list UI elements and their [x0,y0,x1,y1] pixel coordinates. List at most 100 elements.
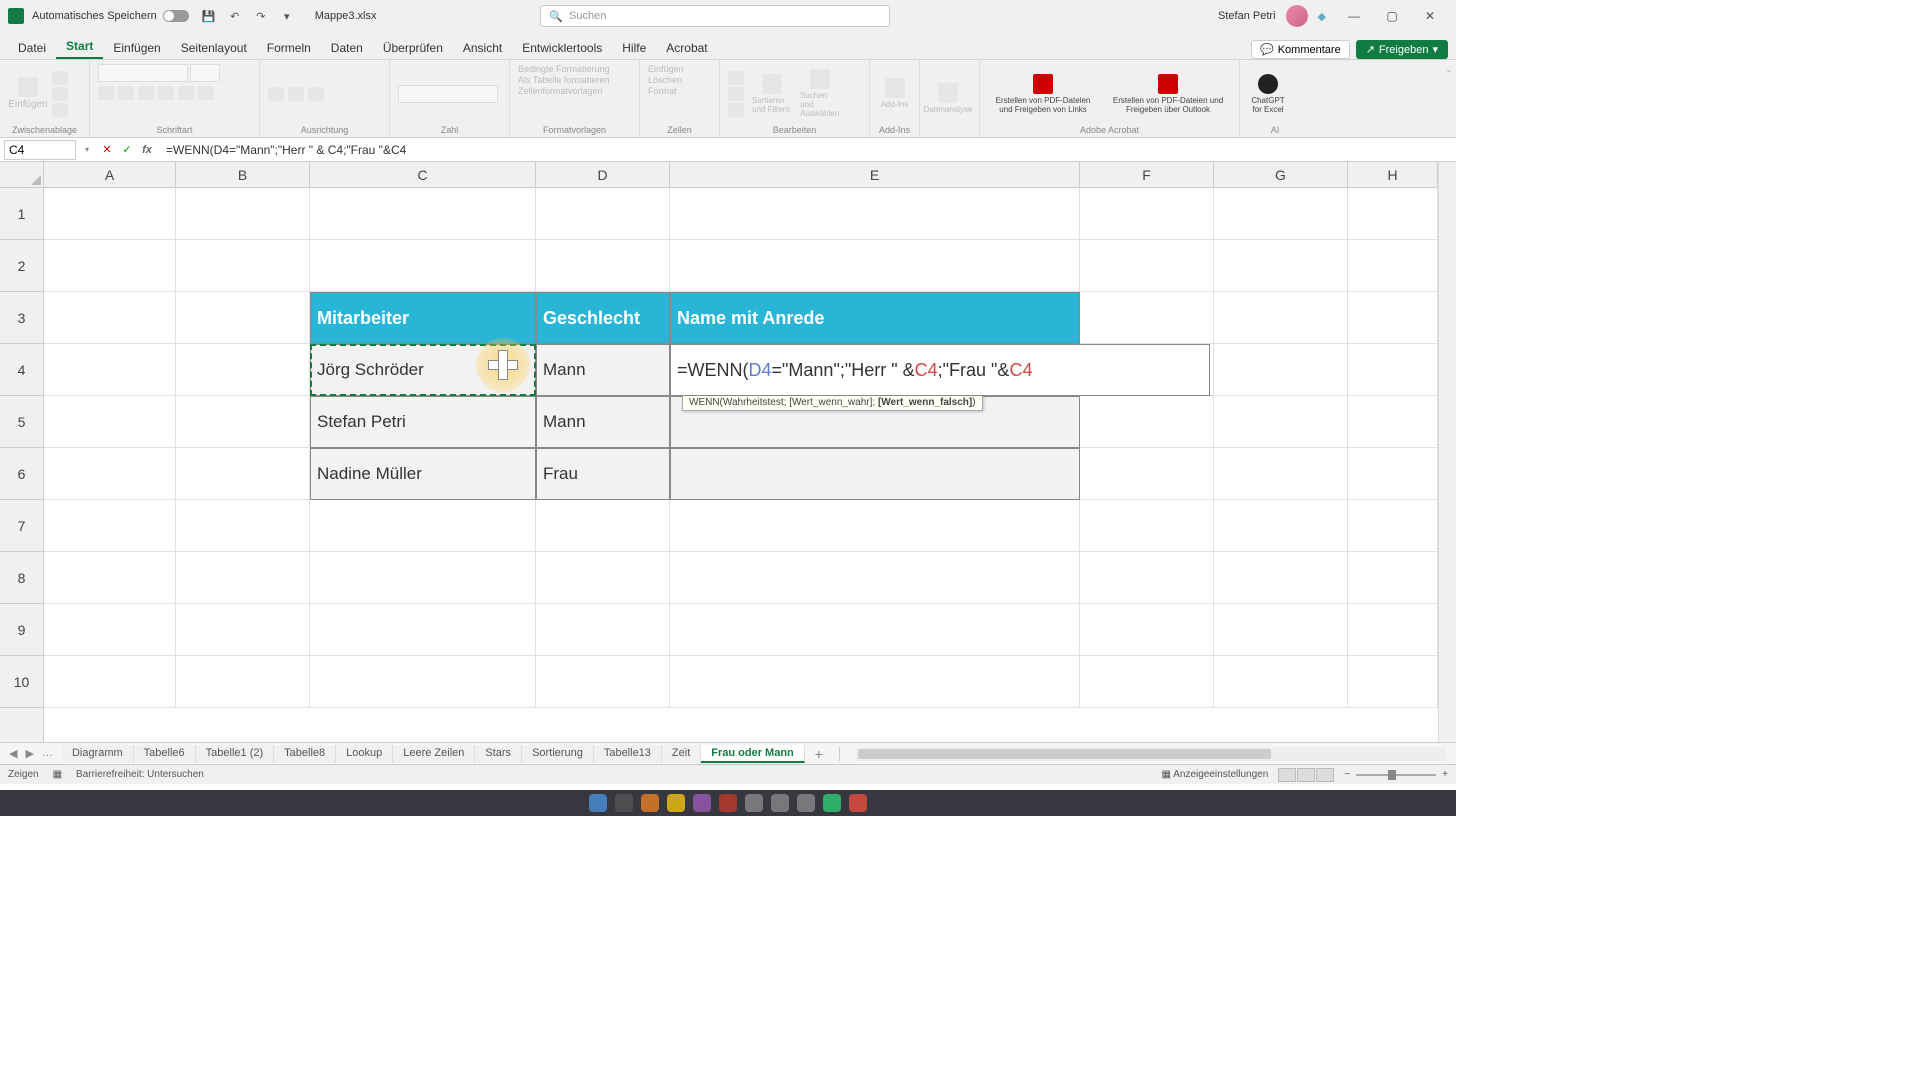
chatgpt-button[interactable]: ChatGPT for Excel [1248,74,1288,114]
fill-color-icon[interactable] [178,86,194,100]
cell-B3[interactable] [176,292,310,344]
cell-D2[interactable] [536,240,670,292]
tab-hilfe[interactable]: Hilfe [612,37,656,59]
cell-C9[interactable] [310,604,536,656]
cell-G9[interactable] [1214,604,1348,656]
cell-E7[interactable] [670,500,1080,552]
cell-F8[interactable] [1080,552,1214,604]
cell-H5[interactable] [1348,396,1438,448]
cell-C7[interactable] [310,500,536,552]
cell-B4[interactable] [176,344,310,396]
redo-icon[interactable]: ↷ [253,8,269,24]
accessibility-icon[interactable]: ▦ [53,769,62,780]
cell-D6[interactable]: Frau [536,448,670,500]
conditional-formatting-button[interactable]: Bedingte Formatierung [518,64,610,74]
format-as-table-button[interactable]: Als Tabelle formatieren [518,75,609,85]
cell-D10[interactable] [536,656,670,708]
name-box[interactable]: C4 [4,140,76,160]
cell-F10[interactable] [1080,656,1214,708]
collapse-ribbon-icon[interactable]: ⌄ [1445,65,1452,74]
row-header-7[interactable]: 7 [0,500,43,552]
tab-entwicklertools[interactable]: Entwicklertools [512,37,612,59]
cell-B7[interactable] [176,500,310,552]
taskbar-app-icon[interactable] [771,794,789,812]
cell-F9[interactable] [1080,604,1214,656]
taskbar-app-icon[interactable] [589,794,607,812]
cell-G2[interactable] [1214,240,1348,292]
tab-ueberpruefen[interactable]: Überprüfen [373,37,453,59]
cell-G8[interactable] [1214,552,1348,604]
page-break-view-icon[interactable] [1316,768,1334,782]
cell-E10[interactable] [670,656,1080,708]
cell-B1[interactable] [176,188,310,240]
cell-A4[interactable] [44,344,176,396]
cell-H9[interactable] [1348,604,1438,656]
cell-H1[interactable] [1348,188,1438,240]
font-size-input[interactable] [190,64,220,82]
tab-datei[interactable]: Datei [8,37,56,59]
cell-D5[interactable]: Mann [536,396,670,448]
row-header-6[interactable]: 6 [0,448,43,500]
col-header-F[interactable]: F [1080,162,1214,187]
autosave-toggle[interactable]: Automatisches Speichern [32,10,189,22]
search-input[interactable]: 🔍 Suchen [540,5,890,27]
sort-filter-button[interactable]: Sortieren und Filtern [752,74,792,114]
analyze-button[interactable]: Datenanalyse [928,83,968,114]
cell-D8[interactable] [536,552,670,604]
taskbar-app-icon[interactable] [667,794,685,812]
vertical-scrollbar[interactable] [1438,162,1456,742]
tab-einfuegen[interactable]: Einfügen [103,37,170,59]
sheet-tab-tabelle1-2-[interactable]: Tabelle1 (2) [196,745,274,763]
add-sheet-button[interactable]: + [805,746,833,762]
taskbar-app-icon[interactable] [693,794,711,812]
cell-H6[interactable] [1348,448,1438,500]
tab-formeln[interactable]: Formeln [257,37,321,59]
copy-icon[interactable] [52,87,68,101]
minimize-button[interactable]: — [1336,4,1372,28]
cell-F1[interactable] [1080,188,1214,240]
format-cells-button[interactable]: Format [648,86,677,96]
taskbar-app-icon[interactable] [615,794,633,812]
cell-G6[interactable] [1214,448,1348,500]
cell-C6[interactable]: Nadine Müller [310,448,536,500]
pdf-links-button[interactable]: Erstellen von PDF-Dateien und Freigeben … [988,74,1098,114]
taskbar-app-icon[interactable] [823,794,841,812]
comments-button[interactable]: 💬 Kommentare [1251,40,1350,59]
bold-icon[interactable] [98,86,114,100]
cell-C4[interactable]: Jörg Schröder [310,344,536,396]
confirm-formula-icon[interactable]: ✓ [118,141,136,159]
display-settings-button[interactable]: ▦ Anzeigeeinstellungen [1162,769,1269,780]
page-layout-view-icon[interactable] [1297,768,1315,782]
row-header-2[interactable]: 2 [0,240,43,292]
paste-button[interactable]: Einfügen [8,77,48,110]
sheet-more-icon[interactable]: … [39,747,56,760]
sheet-tab-diagramm[interactable]: Diagramm [62,745,134,763]
sheet-next-icon[interactable]: ▶ [22,747,36,760]
pdf-outlook-button[interactable]: Erstellen von PDF-Dateien und Freigeben … [1108,74,1228,114]
avatar[interactable] [1286,5,1308,27]
taskbar-app-icon[interactable] [849,794,867,812]
col-header-B[interactable]: B [176,162,310,187]
insert-cells-button[interactable]: Einfügen [648,64,684,74]
col-header-E[interactable]: E [670,162,1080,187]
row-header-8[interactable]: 8 [0,552,43,604]
cell-H4[interactable] [1348,344,1438,396]
cell-H3[interactable] [1348,292,1438,344]
tab-seitenlayout[interactable]: Seitenlayout [171,37,257,59]
row-header-1[interactable]: 1 [0,188,43,240]
sheet-tab-stars[interactable]: Stars [475,745,522,763]
addins-button[interactable]: Add-Ins [878,78,911,109]
cell-E8[interactable] [670,552,1080,604]
maximize-button[interactable]: ▢ [1374,4,1410,28]
sheet-tab-leere-zeilen[interactable]: Leere Zeilen [393,745,475,763]
cell-E2[interactable] [670,240,1080,292]
normal-view-icon[interactable] [1278,768,1296,782]
clear-icon[interactable] [728,103,744,117]
row-header-9[interactable]: 9 [0,604,43,656]
cell-G4[interactable] [1214,344,1348,396]
cell-B9[interactable] [176,604,310,656]
format-painter-icon[interactable] [52,103,68,117]
cell-C5[interactable]: Stefan Petri [310,396,536,448]
delete-cells-button[interactable]: Löschen [648,75,682,85]
zoom-control[interactable]: − + [1344,769,1448,780]
